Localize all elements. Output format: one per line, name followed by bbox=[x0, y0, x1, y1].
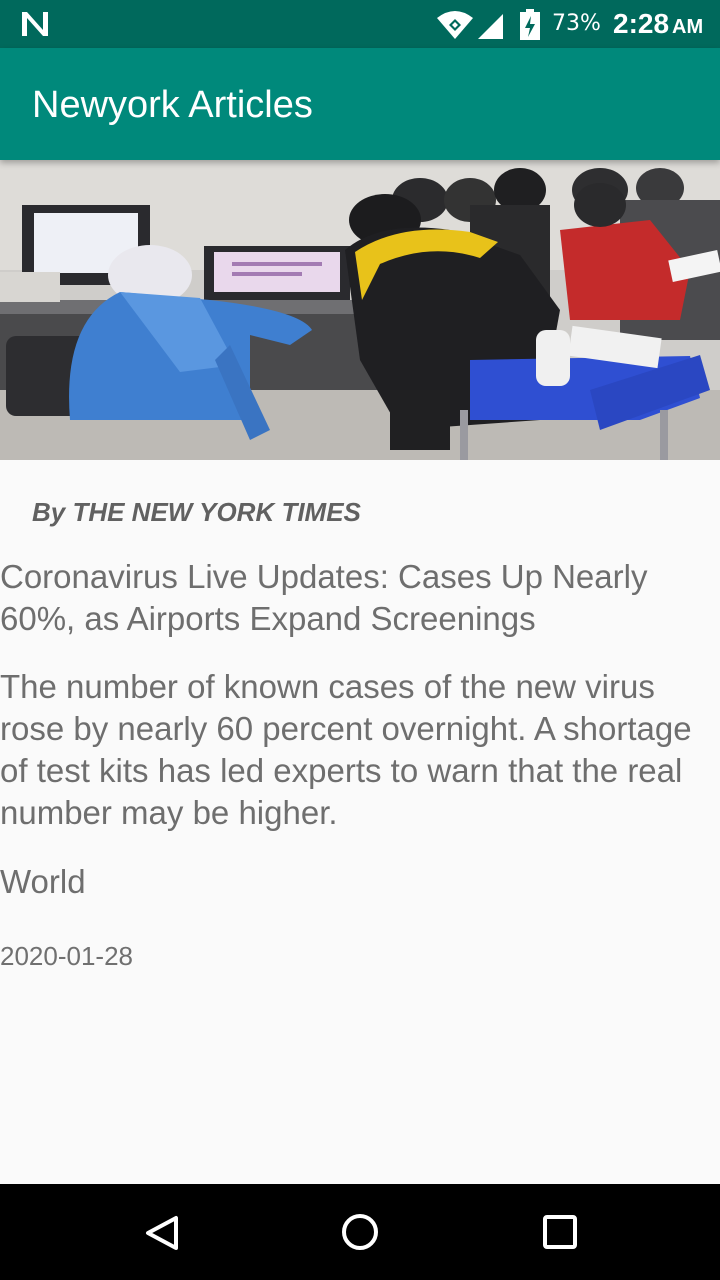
battery-charging-icon bbox=[520, 9, 540, 40]
app-bar: Newyork Articles bbox=[0, 48, 720, 160]
article-section: World bbox=[0, 863, 86, 900]
cell-signal-icon bbox=[478, 14, 503, 39]
battery-percentage: 73% bbox=[552, 11, 601, 36]
app-title: Newyork Articles bbox=[32, 84, 313, 126]
article-image[interactable] bbox=[0, 160, 720, 460]
navigation-bar bbox=[0, 1184, 720, 1280]
home-icon[interactable] bbox=[330, 1202, 390, 1262]
article-byline: By THE NEW YORK TIMES bbox=[32, 497, 361, 527]
clock: 2:28 AM bbox=[613, 6, 703, 45]
article-date: 2020-01-28 bbox=[0, 941, 133, 971]
wifi-icon bbox=[437, 11, 473, 39]
clock-ampm: AM bbox=[672, 16, 704, 38]
back-icon[interactable] bbox=[130, 1202, 190, 1262]
article-headline[interactable]: Coronavirus Live Updates: Cases Up Nearl… bbox=[0, 556, 716, 640]
status-bar: 73% 2:28 AM bbox=[0, 0, 720, 48]
hospital-scene-photo bbox=[0, 160, 720, 460]
article-summary: The number of known cases of the new vir… bbox=[0, 668, 692, 831]
recents-icon[interactable] bbox=[530, 1202, 590, 1262]
n-notification-icon bbox=[22, 12, 48, 36]
clock-time: 2:28 bbox=[613, 8, 670, 39]
